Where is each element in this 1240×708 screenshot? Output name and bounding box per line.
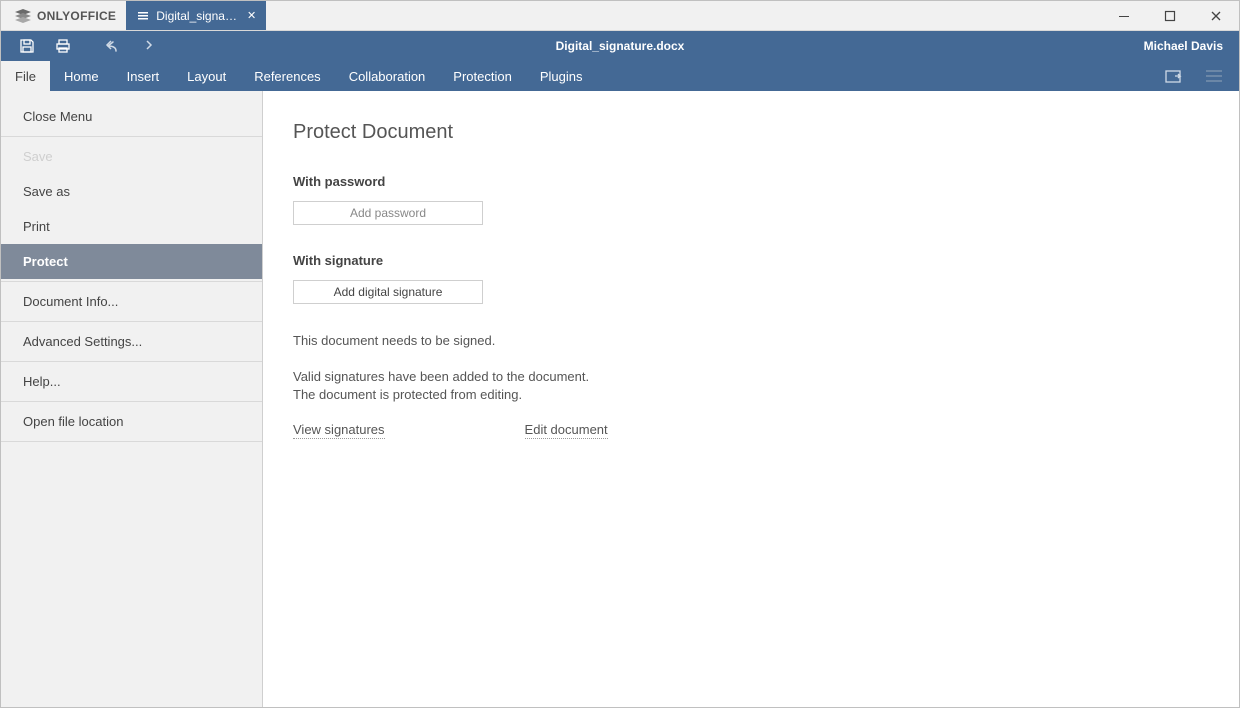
with-password-label: With password: [293, 174, 1239, 189]
window-controls: [1101, 1, 1239, 30]
file-sidebar: Close Menu Save Save as Print Protect Do…: [1, 91, 263, 707]
ribbon-tab-insert[interactable]: Insert: [113, 61, 174, 91]
ribbon-tab-file[interactable]: File: [1, 61, 50, 91]
close-window-button[interactable]: [1193, 1, 1239, 30]
ribbon-tab-layout[interactable]: Layout: [173, 61, 240, 91]
ribbon-tab-references[interactable]: References: [240, 61, 334, 91]
save-icon[interactable]: [9, 31, 45, 61]
sidebar-item-protect[interactable]: Protect: [1, 244, 262, 279]
quick-access-bar: Digital_signature.docx Michael Davis: [1, 31, 1239, 61]
view-signatures-link[interactable]: View signatures: [293, 422, 385, 439]
sidebar-item-save-as[interactable]: Save as: [1, 174, 262, 209]
brand: ONLYOFFICE: [1, 1, 126, 30]
sidebar-item-document-info[interactable]: Document Info...: [1, 284, 262, 319]
content-area: Close Menu Save Save as Print Protect Do…: [1, 91, 1239, 707]
open-file-location-icon[interactable]: [1161, 63, 1187, 89]
ribbon-tab-home[interactable]: Home: [50, 61, 113, 91]
add-digital-signature-button[interactable]: Add digital signature: [293, 280, 483, 304]
document-tab-label: Digital_signatur...: [156, 9, 239, 23]
ribbon-tab-plugins[interactable]: Plugins: [526, 61, 597, 91]
needs-sign-text: This document needs to be signed.: [293, 332, 593, 350]
ribbon-tabs: FileHomeInsertLayoutReferencesCollaborat…: [1, 61, 1239, 91]
undo-icon[interactable]: [93, 31, 129, 61]
protected-text: Valid signatures have been added to the …: [293, 368, 593, 404]
close-tab-icon[interactable]: ✕: [247, 9, 256, 22]
minimize-button[interactable]: [1101, 1, 1147, 30]
edit-document-link[interactable]: Edit document: [525, 422, 608, 439]
add-password-button[interactable]: Add password: [293, 201, 483, 225]
protect-document-panel: Protect Document With password Add passw…: [263, 91, 1239, 707]
ribbon-tab-collaboration[interactable]: Collaboration: [335, 61, 440, 91]
user-name: Michael Davis: [1144, 39, 1239, 53]
titlebar: ONLYOFFICE Digital_signatur... ✕: [1, 1, 1239, 31]
document-name: Digital_signature.docx: [1, 39, 1239, 53]
brand-label: ONLYOFFICE: [37, 9, 116, 23]
menu-icon[interactable]: [1201, 63, 1227, 89]
sidebar-item-advanced-settings[interactable]: Advanced Settings...: [1, 324, 262, 359]
hamburger-icon: [138, 11, 148, 21]
maximize-button[interactable]: [1147, 1, 1193, 30]
sidebar-item-close-menu[interactable]: Close Menu: [1, 99, 262, 134]
ribbon-tab-protection[interactable]: Protection: [439, 61, 526, 91]
sidebar-item-print[interactable]: Print: [1, 209, 262, 244]
sidebar-item-save: Save: [1, 139, 262, 174]
print-icon[interactable]: [45, 31, 81, 61]
panel-title: Protect Document: [293, 121, 1239, 144]
sidebar-item-help[interactable]: Help...: [1, 364, 262, 399]
redo-icon[interactable]: [129, 31, 165, 61]
with-signature-label: With signature: [293, 253, 1239, 268]
sidebar-item-open-file-location[interactable]: Open file location: [1, 404, 262, 439]
document-tab[interactable]: Digital_signatur... ✕: [126, 1, 266, 30]
onlyoffice-logo-icon: [15, 9, 31, 23]
